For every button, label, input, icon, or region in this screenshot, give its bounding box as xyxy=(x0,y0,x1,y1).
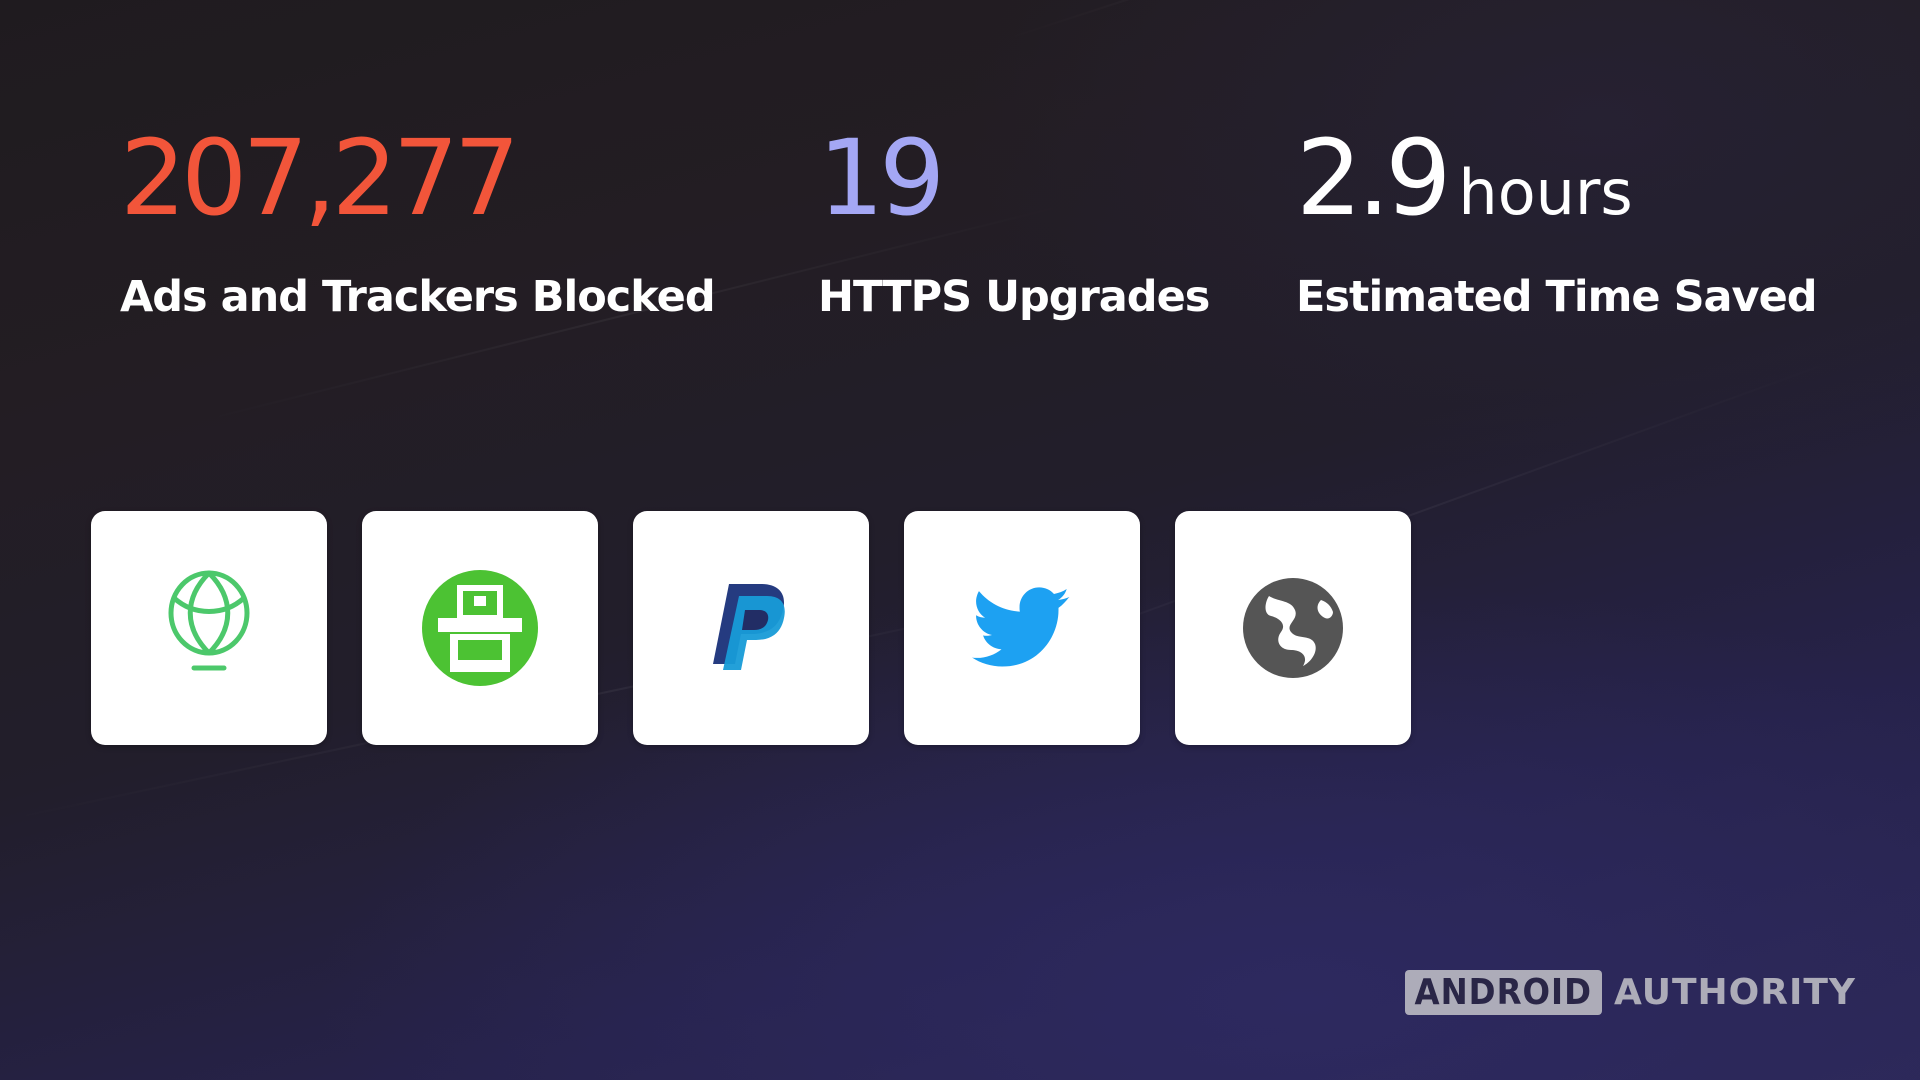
watermark: ANDROID AUTHORITY xyxy=(1404,970,1857,1015)
new-tab-page: 207,277 Ads and Trackers Blocked 19 HTTP… xyxy=(0,0,1920,1080)
ads-blocked-count: 207,277 xyxy=(120,117,520,239)
android-police-icon xyxy=(422,570,538,686)
stat-ads-trackers-blocked: 207,277 Ads and Trackers Blocked xyxy=(120,117,716,322)
watermark-boxed-text: ANDROID xyxy=(1404,970,1602,1015)
https-upgrades-label: HTTPS Upgrades xyxy=(818,272,1210,322)
paypal-icon xyxy=(713,584,785,670)
top-site-tile-twitter[interactable] xyxy=(904,511,1140,745)
https-upgrades-count: 19 xyxy=(818,117,945,239)
uphold-balloon-icon xyxy=(168,570,250,671)
time-saved-value: 2.9 xyxy=(1296,117,1451,239)
globe-icon xyxy=(1243,578,1343,678)
top-sites-grid xyxy=(91,511,1411,745)
background-texture xyxy=(999,0,1667,42)
time-saved-unit: hours xyxy=(1458,156,1633,229)
twitter-icon xyxy=(972,587,1070,667)
time-saved-label: Estimated Time Saved xyxy=(1296,272,1818,322)
stat-time-saved: 2.9 hours Estimated Time Saved xyxy=(1296,117,1818,322)
top-site-tile-paypal[interactable] xyxy=(633,511,869,745)
top-site-tile-globe[interactable] xyxy=(1175,511,1411,745)
ads-blocked-label: Ads and Trackers Blocked xyxy=(120,272,716,322)
watermark-text: AUTHORITY xyxy=(1613,972,1856,1013)
top-site-tile-uphold[interactable] xyxy=(91,511,327,745)
stat-https-upgrades: 19 HTTPS Upgrades xyxy=(818,117,1210,322)
top-site-tile-android-police[interactable] xyxy=(362,511,598,745)
